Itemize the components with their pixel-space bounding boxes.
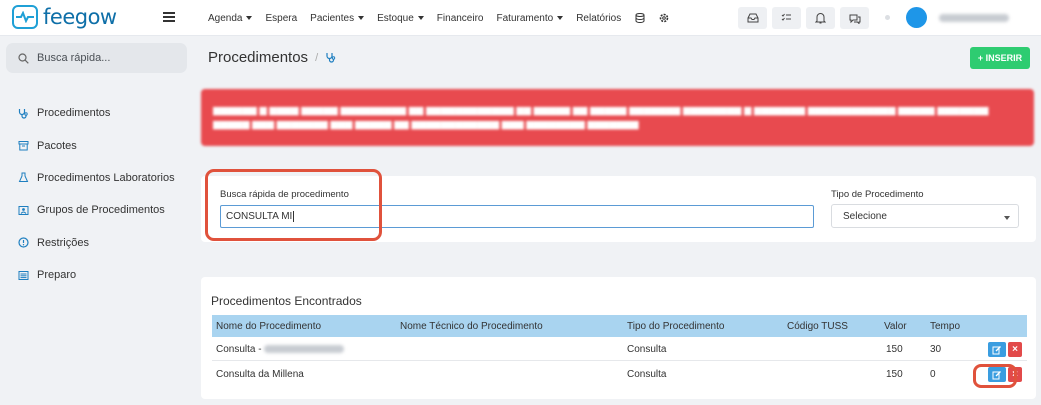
column-header: Tempo	[930, 321, 961, 332]
sidebar-item-procedimentos-laboratorios[interactable]: Procedimentos Laboratorios	[18, 162, 175, 194]
search-placeholder: Busca rápida...	[37, 52, 111, 64]
edit-highlight-annotation	[973, 364, 1017, 388]
page-title: Procedimentos /	[208, 49, 337, 66]
sidebar-menu: Procedimentos Pacotes Procedimentos Labo…	[18, 97, 175, 291]
column-header: Tipo do Procedimento	[627, 321, 725, 332]
logo[interactable]: feegow	[12, 5, 117, 29]
checklist-icon	[781, 13, 791, 21]
alert-text-line-redacted: ▆▆▆▆▆▆ ▆ ▆▆▆▆ ▆▆▆▆▆ ▆▆▆▆▆▆▆▆▆ ▆▆ ▆▆▆▆▆▆▆…	[213, 105, 989, 116]
group-icon	[18, 205, 29, 215]
cell-name: Consulta da Millena	[216, 369, 304, 380]
cell-type: Consulta	[627, 344, 667, 355]
stethoscope-icon	[326, 53, 336, 63]
sidebar-item-preparo[interactable]: Preparo	[18, 259, 175, 291]
procedure-type-label: Tipo de Procedimento	[831, 189, 924, 200]
package-icon	[18, 141, 29, 151]
top-navbar: feegow Agenda Espera Pacientes Estoque F…	[0, 0, 1041, 36]
hamburger-menu-icon[interactable]	[163, 12, 175, 22]
column-header: Nome Técnico do Procedimento	[400, 321, 543, 332]
column-header: Nome do Procedimento	[216, 321, 322, 332]
status-dot	[885, 15, 890, 20]
results-card: Procedimentos Encontrados Nome do Proced…	[201, 277, 1036, 399]
cell-tempo: 30	[930, 344, 942, 355]
column-header: Código TUSS	[787, 321, 848, 332]
sidebar-search[interactable]: Busca rápida...	[6, 43, 187, 73]
sidebar-item-procedimentos[interactable]: Procedimentos	[18, 97, 175, 129]
alert-circle-icon	[18, 237, 29, 248]
cell-tempo: 0	[930, 369, 936, 380]
caret-down-icon	[1004, 216, 1010, 220]
nav-faturamento[interactable]: Faturamento	[497, 13, 564, 24]
caret-down-icon	[417, 16, 424, 20]
edit-icon	[992, 345, 1001, 354]
avatar	[906, 7, 927, 28]
top-actions	[738, 7, 874, 29]
gear-icon[interactable]	[658, 12, 670, 24]
main-nav: Agenda Espera Pacientes Estoque Financei…	[208, 0, 682, 36]
nav-relatorios[interactable]: Relatórios	[576, 13, 621, 24]
procedure-type-select[interactable]: Selecione	[831, 204, 1019, 228]
pulse-logo-icon	[12, 5, 38, 29]
inbox-icon	[747, 13, 758, 23]
user-menu[interactable]	[885, 7, 1009, 28]
table-header: Nome do Procedimento Nome Técnico do Pro…	[212, 315, 1027, 337]
sidebar-item-restricoes[interactable]: Restrições	[18, 227, 175, 259]
nav-espera[interactable]: Espera	[265, 13, 297, 24]
table-row[interactable]: Consulta - Consulta 150 30 ×	[212, 337, 1027, 361]
table-row[interactable]: Consulta da Millena Consulta 150 0 ×	[212, 362, 1027, 386]
name-redacted	[263, 345, 344, 354]
delete-button[interactable]: ×	[1008, 342, 1022, 357]
sidebar-item-grupos-procedimentos[interactable]: Grupos de Procedimentos	[18, 194, 175, 226]
chat-button[interactable]	[840, 7, 869, 29]
edit-button[interactable]	[988, 342, 1006, 357]
search-icon	[18, 52, 29, 64]
insert-button[interactable]: + INSERIR	[970, 47, 1030, 69]
cell-type: Consulta	[627, 369, 667, 380]
list-icon	[18, 270, 29, 280]
close-icon: ×	[1012, 344, 1018, 355]
logo-text: feegow	[43, 5, 117, 29]
nav-estoque[interactable]: Estoque	[377, 13, 424, 24]
tasks-button[interactable]	[772, 7, 801, 29]
flask-icon	[18, 172, 29, 183]
username-redacted	[939, 13, 1009, 22]
cell-valor: 150	[886, 369, 903, 380]
results-title: Procedimentos Encontrados	[211, 294, 362, 308]
nav-pacientes[interactable]: Pacientes	[310, 13, 365, 24]
bell-icon	[815, 13, 826, 24]
alert-text-line-redacted: ▆▆▆▆▆ ▆▆▆ ▆▆▆▆▆▆▆ ▆▆▆ ▆▆▆▆▆ ▆▆ ▆▆▆▆▆▆▆▆▆…	[213, 119, 639, 130]
sidebar: Busca rápida... Procedimentos Pacotes Pr…	[0, 36, 193, 405]
sidebar-item-pacotes[interactable]: Pacotes	[18, 129, 175, 161]
nav-agenda[interactable]: Agenda	[208, 13, 253, 24]
caret-down-icon	[557, 16, 564, 20]
stethoscope-icon	[18, 108, 28, 119]
caret-down-icon	[246, 16, 253, 20]
chat-icon	[849, 14, 860, 24]
database-icon[interactable]	[634, 12, 646, 24]
cell-name: Consulta -	[216, 344, 262, 355]
breadcrumb-separator: /	[315, 51, 319, 64]
search-highlight-annotation	[205, 169, 382, 241]
cell-valor: 150	[886, 344, 903, 355]
column-header: Valor	[884, 321, 907, 332]
notifications-button[interactable]	[806, 7, 835, 29]
alert-banner-redacted: ▆▆▆▆▆▆ ▆ ▆▆▆▆ ▆▆▆▆▆ ▆▆▆▆▆▆▆▆▆ ▆▆ ▆▆▆▆▆▆▆…	[201, 89, 1034, 146]
inbox-button[interactable]	[738, 7, 767, 29]
nav-financeiro[interactable]: Financeiro	[437, 13, 484, 24]
caret-down-icon	[358, 16, 365, 20]
